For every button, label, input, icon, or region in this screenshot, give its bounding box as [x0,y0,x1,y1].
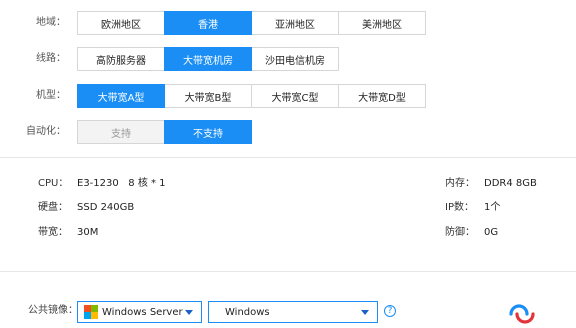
model-option-c[interactable]: 大带宽C型 [251,84,339,108]
section-divider-top [0,157,576,158]
bandwidth-label: 带宽： [38,227,68,238]
region-option-hongkong[interactable]: 香港 [164,11,252,35]
automation-options: 支持 不支持 [77,120,252,144]
automation-option-supported: 支持 [77,120,165,144]
line-label: 线路： [36,53,66,64]
defense-value: 0G [484,227,499,238]
chevron-down-icon [185,310,193,315]
help-icon[interactable]: ? [384,305,396,317]
disk-value: SSD 240GB [77,202,135,213]
region-options: 欧洲地区 香港 亚洲地区 美洲地区 [77,11,426,35]
model-label: 机型： [36,90,66,101]
line-option-ddos[interactable]: 高防服务器 [77,47,165,71]
cpu-label: CPU： [38,178,69,189]
brand-logo-icon [509,304,535,324]
os-version-value: Windows [225,306,270,318]
chevron-down-icon [361,310,369,315]
region-option-europe[interactable]: 欧洲地区 [77,11,165,35]
ip-value: 1个 [484,202,501,213]
memory-label: 内存： [445,178,475,189]
model-option-a[interactable]: 大带宽A型 [77,84,165,108]
public-image-label: 公共镜像： [28,305,78,316]
os-family-select[interactable]: Windows Server [77,301,202,323]
cpu-value: E3-1230 8 核 * 1 [77,178,166,189]
os-version-select[interactable]: Windows [208,301,378,323]
region-option-asia[interactable]: 亚洲地区 [251,11,339,35]
os-family-value: Windows Server [102,306,183,318]
line-option-bandwidth[interactable]: 大带宽机房 [164,47,252,71]
line-option-shatin[interactable]: 沙田电信机房 [251,47,339,71]
model-options: 大带宽A型 大带宽B型 大带宽C型 大带宽D型 [77,84,426,108]
windows-icon [84,305,98,319]
automation-label: 自动化： [26,126,66,137]
defense-label: 防御： [445,227,475,238]
disk-label: 硬盘： [38,202,68,213]
region-label: 地域： [36,17,66,28]
line-options: 高防服务器 大带宽机房 沙田电信机房 [77,47,339,71]
bandwidth-value: 30M [77,227,99,238]
region-option-america[interactable]: 美洲地区 [338,11,426,35]
section-divider-bottom [0,271,576,272]
ip-label: IP数： [445,202,474,213]
model-option-b[interactable]: 大带宽B型 [164,84,252,108]
model-option-d[interactable]: 大带宽D型 [338,84,426,108]
automation-option-unsupported[interactable]: 不支持 [164,120,252,144]
memory-value: DDR4 8GB [484,178,537,189]
